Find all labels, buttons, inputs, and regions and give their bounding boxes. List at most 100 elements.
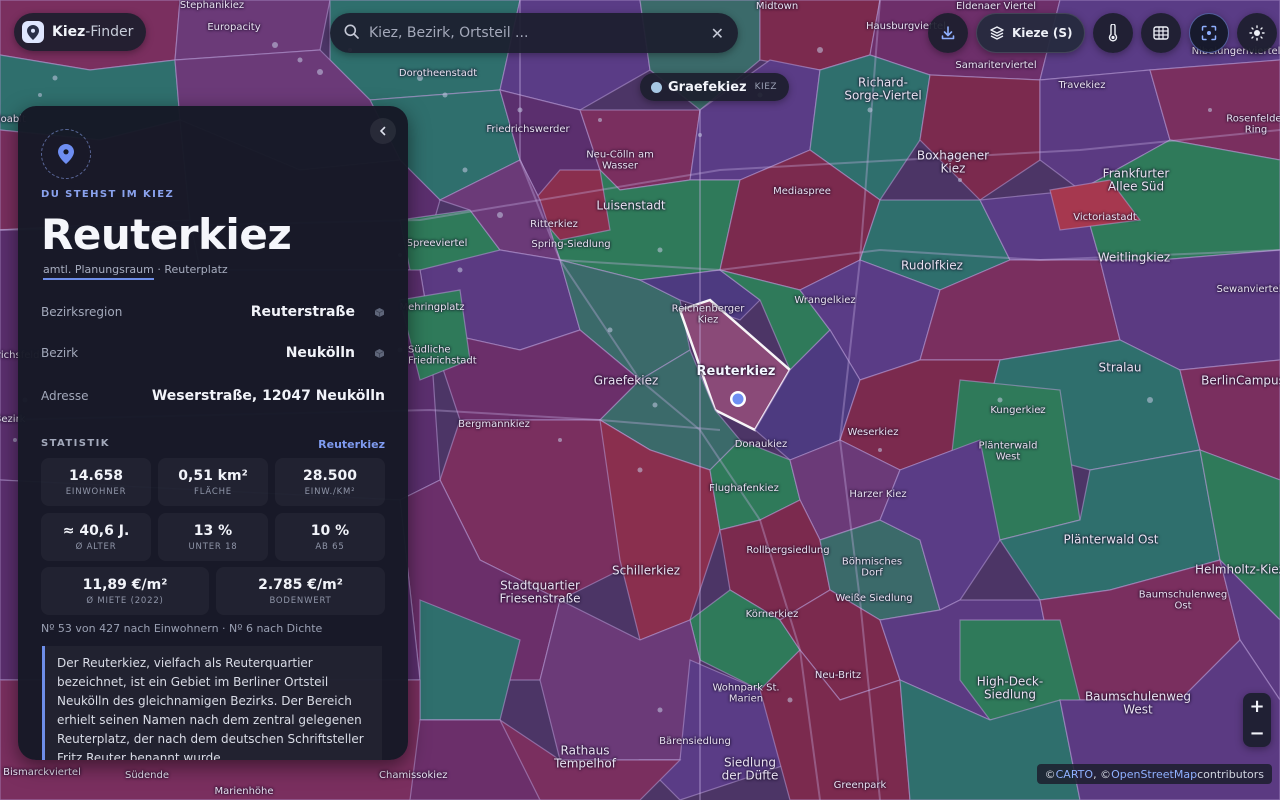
map-label: Mediaspree xyxy=(773,185,831,197)
field-bezirksregion: Bezirksregion Reuterstraße xyxy=(41,304,385,320)
map-label: Midtown xyxy=(755,0,799,12)
map-label: Chamissokiez xyxy=(379,769,448,781)
map-label: Mehringplatz xyxy=(399,301,465,313)
osm-link[interactable]: OpenStreetMap xyxy=(1111,768,1197,781)
hovered-kiez-tag: Graefekiez KIEZ xyxy=(640,73,790,101)
stat-value: 14.658 xyxy=(68,467,124,484)
map-label: Donaukiez xyxy=(734,438,788,450)
kiez-info-panel: DU STEHST IM KIEZ Reuterkiez amtl. Planu… xyxy=(18,106,408,760)
attribution-prefix: © xyxy=(1044,767,1056,781)
cube-icon xyxy=(367,348,385,359)
cube-icon xyxy=(367,307,385,318)
map-label: Reichenberger Kiez xyxy=(671,303,745,325)
close-icon[interactable]: ✕ xyxy=(711,24,724,43)
ranking-text: Nº 53 von 427 nach Einwohnern · Nº 6 nac… xyxy=(41,622,323,635)
layers-label: Kieze (S) xyxy=(1012,26,1073,40)
map-label: Schillerkiez xyxy=(611,563,681,578)
map-label: Samariterviertel xyxy=(955,59,1037,71)
map-label: Flughafenkiez xyxy=(709,482,779,494)
hovered-kiez-kind: KIEZ xyxy=(754,82,778,92)
stat-value: ≈ 40,6 J. xyxy=(62,522,130,539)
stat-card: ≈ 40,6 J. Ø ALTER xyxy=(41,513,151,561)
zoom-controls: + − xyxy=(1243,693,1271,747)
app-brand[interactable]: Kiez-Finder xyxy=(14,13,147,51)
statistics-kiez-link[interactable]: Reuterkiez xyxy=(318,438,385,451)
map-label: Weiße Siedlung xyxy=(835,592,913,604)
map-label: Spreeviertel xyxy=(406,237,468,249)
map-label: Stralau xyxy=(1098,360,1142,375)
statistics-heading: STATISTIK xyxy=(41,438,110,449)
stat-value: 28.500 xyxy=(302,467,358,484)
map-label: Wohnpark St. Marien xyxy=(712,682,780,704)
field-value: Neukölln xyxy=(285,345,355,361)
map-label: Baumschulenweg West xyxy=(1084,689,1192,716)
map-label: High-Deck-Siedlung xyxy=(976,674,1044,701)
map-label: Baumschulenweg Ost xyxy=(1138,589,1228,611)
map-label: Rudolfkiez xyxy=(901,258,963,273)
stat-label: Ø ALTER xyxy=(75,541,117,552)
app-title: Kiez-Finder xyxy=(52,24,133,40)
map-label: Frankfurter Allee Süd xyxy=(1102,166,1170,193)
map-label: Bismarckviertel xyxy=(3,766,81,778)
map-label: Wrangelkiez xyxy=(794,294,856,306)
map-label: Körnerkiez xyxy=(745,608,799,620)
map-label: Ritterkiez xyxy=(530,218,578,230)
search-bar[interactable]: ✕ xyxy=(330,13,738,53)
map-label: Weserkiez xyxy=(847,426,899,438)
download-icon xyxy=(941,26,955,40)
field-value: Reuterstraße xyxy=(250,304,355,320)
attribution-sep: , © xyxy=(1093,767,1112,781)
layers-icon xyxy=(990,26,1004,40)
layers-toggle-button[interactable]: Kieze (S) xyxy=(976,13,1086,53)
map-label: Spring-Siedlung xyxy=(531,238,611,250)
stat-label: AB 65 xyxy=(315,541,345,552)
map-label: Europacity xyxy=(207,21,261,33)
map-label: Stadtquartier Friesenstraße xyxy=(499,578,581,605)
stat-value: 2.785 €/m² xyxy=(258,576,343,593)
map-label: Dorotheenstadt xyxy=(398,67,478,79)
kiez-description: Der Reuterkiez, vielfach als Reuterquart… xyxy=(42,646,382,760)
stat-label: EINW./KM² xyxy=(304,486,356,497)
map-label: Rosenfelder Ring xyxy=(1226,113,1280,135)
zoom-out-button[interactable]: − xyxy=(1249,724,1264,743)
search-input[interactable] xyxy=(369,25,701,41)
map-label: Südende xyxy=(124,769,170,781)
temperature-button[interactable] xyxy=(1093,13,1134,53)
map-label: Bergmannkiez xyxy=(458,418,530,430)
stat-label: EINWOHNER xyxy=(65,486,127,497)
collapse-panel-button[interactable] xyxy=(370,118,396,144)
download-button[interactable] xyxy=(928,13,968,53)
stat-value: 11,89 €/m² xyxy=(82,576,168,593)
map-label: Weitlingkiez xyxy=(1097,250,1171,265)
app-title-bold: Kiez xyxy=(52,24,86,40)
map-label: Graefekiez xyxy=(593,373,659,388)
hovered-kiez-name: Graefekiez xyxy=(668,79,747,95)
attribution-suffix: contributors xyxy=(1197,767,1264,781)
kiez-color-dot xyxy=(651,81,662,93)
field-adresse: Adresse Weserstraße, 12047 Neukölln xyxy=(41,388,385,404)
statistics-header: STATISTIK Reuterkiez xyxy=(41,438,385,451)
zoom-in-button[interactable]: + xyxy=(1249,697,1264,716)
field-label: Adresse xyxy=(41,389,89,403)
map-label: Kungerkiez xyxy=(990,404,1046,416)
stat-card: 28.500 EINW./KM² xyxy=(275,458,385,506)
subtitle-rest: · Reuterplatz xyxy=(153,263,228,276)
app-title-light: -Finder xyxy=(85,24,134,40)
map-label: Friedrichswerder xyxy=(486,123,570,135)
carto-link[interactable]: CARTO xyxy=(1056,768,1093,781)
stat-card: 2.785 €/m² BODENWERT xyxy=(216,567,385,615)
stat-label: Ø MIETE (2022) xyxy=(86,595,164,606)
theme-toggle-button[interactable] xyxy=(1237,13,1278,53)
stat-label: FLÄCHE xyxy=(194,486,232,497)
locate-button[interactable] xyxy=(1189,13,1230,53)
map-label: Richard-Sorge-Viertel xyxy=(844,75,922,102)
stat-card: 13 % UNTER 18 xyxy=(158,513,268,561)
stat-label: UNTER 18 xyxy=(188,541,238,552)
search-icon xyxy=(344,24,359,43)
chevron-left-icon xyxy=(380,126,386,136)
map-label: Bärensiedlung xyxy=(659,735,731,747)
stat-value: 13 % xyxy=(193,522,233,539)
grid-icon xyxy=(1153,26,1170,40)
map-label: Neu-Cölln am Wasser xyxy=(586,149,654,171)
grid-button[interactable] xyxy=(1141,13,1182,53)
